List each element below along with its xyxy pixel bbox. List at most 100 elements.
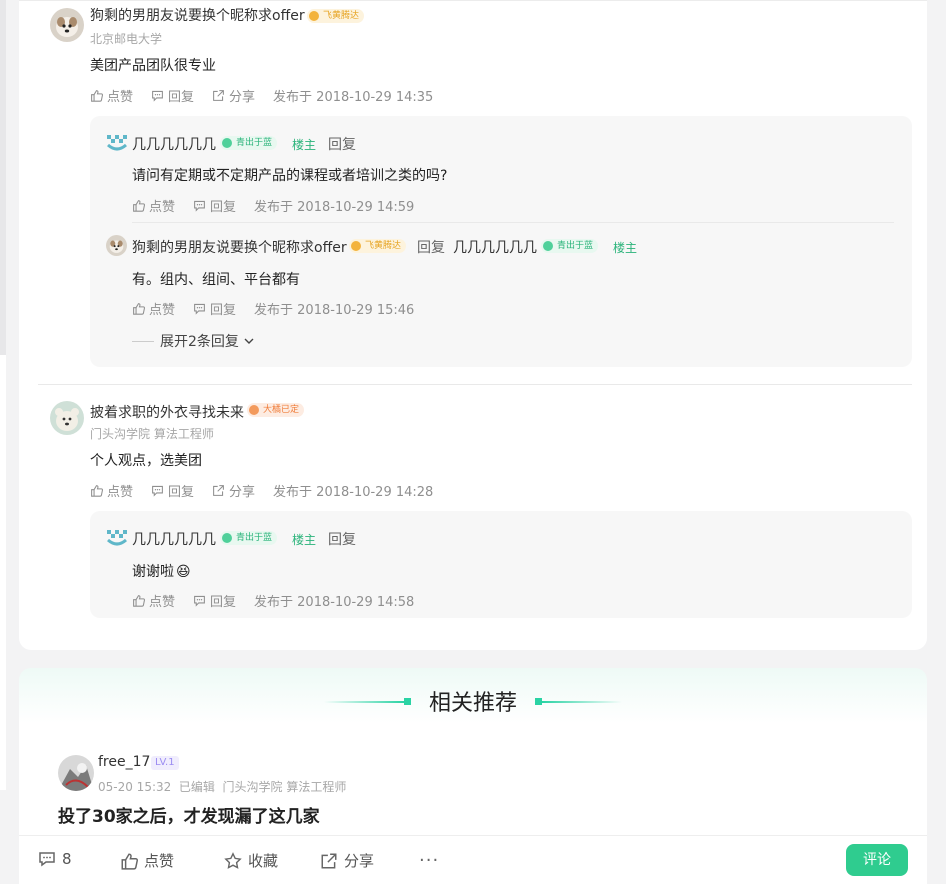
- like-button[interactable]: 点赞: [132, 196, 175, 215]
- badge-label: 大橘已定: [263, 405, 300, 415]
- reply-text: 请问有定期或不定期产品的课程或者培训之类的吗?: [132, 168, 448, 184]
- thumb-up-icon: [91, 90, 103, 102]
- collect-button[interactable]: 收藏: [224, 850, 278, 871]
- like-label: 点赞: [149, 200, 176, 215]
- reply-button[interactable]: 回复: [193, 196, 236, 215]
- comment-school: 门头沟学院 算法工程师: [90, 427, 214, 441]
- title-line-right: [542, 701, 622, 703]
- reply-thread: 几几几几几几 青出于蓝 楼主 回复 请问有定期或不定期产品的课程或者培训之类的吗…: [90, 116, 912, 367]
- reply-link[interactable]: 回复: [328, 529, 356, 549]
- badge-icon: [222, 533, 232, 543]
- reply-button[interactable]: 回复: [193, 591, 236, 610]
- reply-username[interactable]: 几几几几几几: [132, 134, 216, 154]
- reply-username[interactable]: 狗剩的男朋友说要换个昵称求offer: [132, 237, 347, 257]
- reply-actions: 点赞 回复 发布于 2018-10-29 14:59: [132, 196, 414, 215]
- level-badge: 飞黄腾达: [349, 239, 407, 253]
- comment-username[interactable]: 披着求职的外衣寻找未来: [90, 402, 244, 422]
- write-comment-button[interactable]: 评论: [846, 844, 908, 876]
- op-tag: 楼主: [613, 241, 638, 255]
- reply-label: 回复: [168, 90, 195, 105]
- badge-icon: [351, 241, 361, 251]
- share-icon: [321, 853, 337, 868]
- reply-link[interactable]: 回复: [328, 134, 356, 154]
- badge-label: 飞黄腾达: [323, 11, 360, 21]
- chevron-down-icon: [244, 338, 254, 344]
- expand-replies-button[interactable]: 展开2条回复: [132, 331, 255, 351]
- share-button[interactable]: 分享: [212, 86, 255, 105]
- reply-text-body: 谢谢啦: [132, 564, 174, 580]
- reply-label: 回复: [168, 485, 195, 500]
- avatar-user[interactable]: [58, 755, 94, 791]
- comment-actions: 点赞 回复 分享 发布于 2018-10-29 14:35: [90, 86, 433, 105]
- chat-bubble-icon: [194, 595, 205, 607]
- post-author[interactable]: free_17: [98, 754, 150, 770]
- like-label: 点赞: [107, 90, 134, 105]
- comment-time: 发布于 2018-10-29 14:35: [273, 90, 434, 105]
- comments-section: 狗剩的男朋友说要换个昵称求offer 飞黄腾达 北京邮电大学 美团产品团队很专业…: [19, 0, 927, 650]
- level-badge: 青出于蓝: [220, 136, 278, 150]
- thumb-up-icon: [91, 485, 103, 497]
- reply-divider: [132, 222, 894, 223]
- comment-count: 8: [62, 850, 72, 868]
- reply-button[interactable]: 回复: [193, 299, 236, 318]
- avatar-bear[interactable]: [50, 401, 84, 435]
- like-button[interactable]: 点赞: [90, 86, 133, 105]
- share-icon: [213, 90, 224, 101]
- reply-time: 发布于 2018-10-29 14:58: [254, 595, 415, 610]
- level-badge: 青出于蓝: [541, 239, 599, 253]
- comment-school: 北京邮电大学: [90, 32, 163, 46]
- chat-bubble-icon: [152, 485, 163, 497]
- badge-icon: [309, 11, 319, 21]
- level-badge: LV.1: [151, 756, 179, 770]
- collect-label: 收藏: [248, 852, 279, 870]
- reply-label: 回复: [210, 595, 237, 610]
- post-title[interactable]: 投了30家之后，才发现漏了这几家: [58, 802, 320, 827]
- comment-username[interactable]: 狗剩的男朋友说要换个昵称求offer: [90, 5, 305, 25]
- like-label: 点赞: [144, 852, 175, 870]
- like-button[interactable]: 点赞: [132, 591, 175, 610]
- comment-actions: 点赞 回复 分享 发布于 2018-10-29 14:28: [90, 481, 433, 500]
- reply-button[interactable]: 回复: [151, 481, 194, 500]
- reply-thread: 几几几几几几 青出于蓝 楼主 回复 谢谢啦 😆 点赞 回复 发布于 2018-10…: [90, 511, 912, 618]
- reply-actions: 点赞 回复 发布于 2018-10-29 14:58: [132, 591, 414, 610]
- share-button[interactable]: 分享: [320, 850, 374, 871]
- op-tag: 楼主: [292, 138, 317, 152]
- comment-time: 发布于 2018-10-29 14:28: [273, 485, 434, 500]
- reply-button[interactable]: 回复: [151, 86, 194, 105]
- avatar-pattern[interactable]: [106, 529, 128, 547]
- reply-target-username[interactable]: 几几几几几几: [453, 237, 537, 257]
- comment-text: 美团产品团队很专业: [90, 58, 216, 74]
- left-edge-shade: [0, 0, 6, 355]
- recommend-title: 相关推荐: [428, 691, 517, 716]
- like-button[interactable]: 点赞: [120, 850, 174, 871]
- title-dot-right: [535, 698, 542, 705]
- share-label: 分享: [344, 852, 375, 870]
- more-options-icon[interactable]: ···: [419, 850, 439, 871]
- thumb-up-icon: [133, 595, 145, 607]
- avatar-dog[interactable]: [50, 8, 84, 42]
- expand-dash: [132, 340, 154, 342]
- post-meta: 05-20 15:32 已编辑 门头沟学院 算法工程师: [98, 780, 347, 794]
- reply-text: 谢谢啦 😆: [132, 561, 191, 581]
- avatar-pattern[interactable]: [106, 134, 128, 152]
- comment-divider: [38, 384, 912, 385]
- badge-label: 青出于蓝: [557, 241, 594, 251]
- chat-bubble-icon: [39, 852, 55, 867]
- reply-time: 发布于 2018-10-29 15:46: [254, 303, 415, 318]
- level-badge: 飞黄腾达: [307, 9, 365, 23]
- laughing-emoji-icon: 😆: [176, 564, 191, 580]
- badge-label: 青出于蓝: [236, 533, 273, 543]
- reply-label: 回复: [210, 303, 237, 318]
- reply-username[interactable]: 几几几几几几: [132, 529, 216, 549]
- avatar-dog[interactable]: [106, 235, 127, 256]
- level-badge: 青出于蓝: [220, 531, 278, 545]
- level-badge: 大橘已定: [247, 403, 305, 417]
- comment-count-button[interactable]: 8: [38, 850, 72, 868]
- chat-bubble-icon: [194, 200, 205, 212]
- reply-link[interactable]: 回复: [417, 237, 445, 257]
- like-button[interactable]: 点赞: [90, 481, 133, 500]
- share-button[interactable]: 分享: [212, 481, 255, 500]
- op-tag: 楼主: [292, 533, 317, 547]
- like-button[interactable]: 点赞: [132, 299, 175, 318]
- bottom-action-bar: 8 点赞 收藏 分享 ··· 评论: [19, 835, 927, 884]
